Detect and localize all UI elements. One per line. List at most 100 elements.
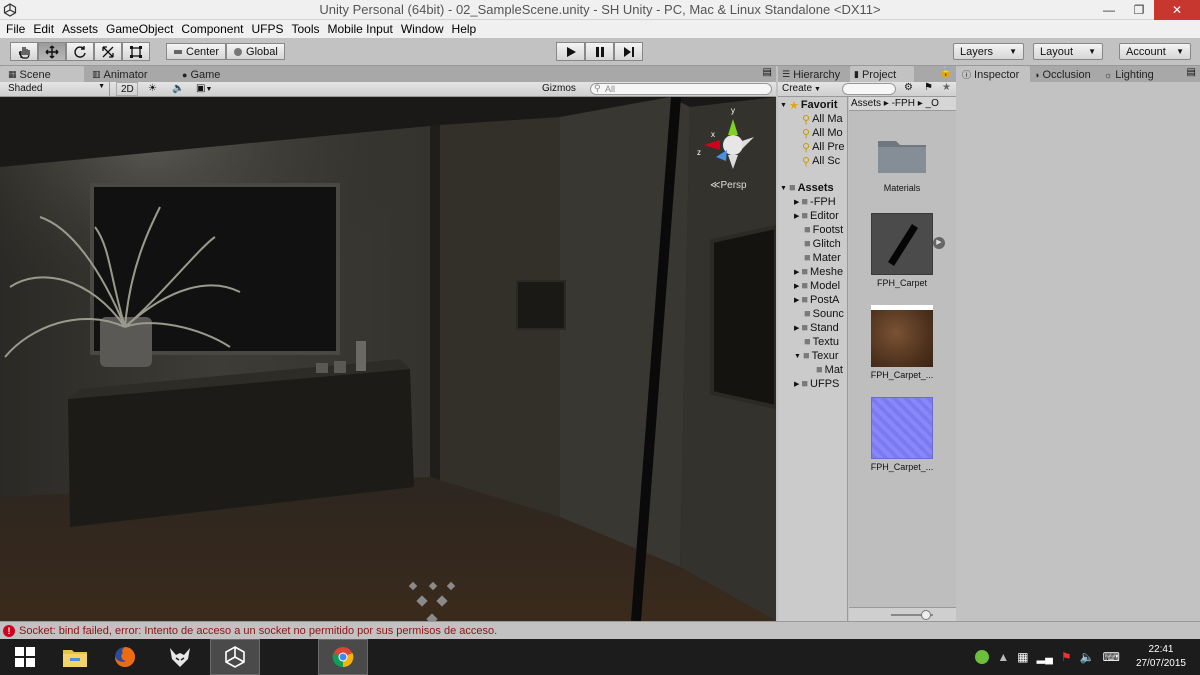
tab-inspector[interactable]: ⓘ Inspector (958, 66, 1030, 82)
persp-label[interactable]: ≪Persp (710, 180, 747, 191)
account-dropdown[interactable]: Account ▼ (1119, 43, 1191, 60)
menu-file[interactable]: File (4, 20, 31, 38)
pivot-center-button[interactable]: Center (166, 43, 227, 60)
play-button[interactable] (556, 42, 585, 61)
close-button[interactable]: ✕ (1154, 0, 1200, 20)
scene-search-input[interactable]: ⚲ All (590, 83, 772, 95)
tree-item[interactable]: ▶ ■ Meshe (794, 265, 843, 279)
menu-component[interactable]: Component (179, 20, 249, 38)
maximize-button[interactable]: ❐ (1124, 0, 1154, 20)
taskbar-firefox[interactable] (100, 639, 150, 675)
lighting-toggle[interactable]: ☀ (144, 82, 164, 96)
favorites-header[interactable]: ▼ ★ Favorit (780, 98, 838, 112)
action-center-icon[interactable]: ▦ (1017, 650, 1028, 664)
flag-icon[interactable]: ⚑ (1061, 650, 1072, 664)
tab-scene[interactable]: ▦ Scene (0, 66, 84, 82)
breadcrumb-item[interactable]: _O (926, 98, 939, 109)
tree-item[interactable]: ■ Sounc (804, 307, 844, 321)
shading-dropdown[interactable]: Shaded ▼ (4, 82, 110, 96)
expand-icon: ▼ (794, 352, 801, 360)
tree-item[interactable]: ⚲ All Pre (802, 140, 844, 154)
project-search-input[interactable] (842, 83, 896, 95)
taskbar-chrome[interactable] (318, 639, 368, 675)
hand-tool-button[interactable] (10, 42, 38, 61)
menu-help[interactable]: Help (450, 20, 483, 38)
tree-item[interactable]: ■ Footst (804, 223, 843, 237)
breadcrumb-item[interactable]: Assets (851, 98, 881, 109)
taskbar-unity[interactable] (210, 639, 260, 675)
tree-item[interactable]: ■ Mat (816, 363, 843, 377)
tab-occlusion[interactable]: ◑ Occlusion (1030, 66, 1100, 82)
tree-item-label: Textu (812, 336, 839, 348)
scale-tool-button[interactable] (94, 42, 122, 61)
asset-tile[interactable]: ▶ FPH_Carpet (867, 213, 945, 288)
filter-type-icon[interactable]: ⚙ (904, 82, 913, 93)
start-button[interactable] (0, 639, 50, 675)
tree-item[interactable]: ▼ ■ Texur (794, 349, 839, 363)
menu-gameobject[interactable]: GameObject (104, 20, 179, 38)
asset-tile[interactable]: FPH_Carpet_... (867, 397, 937, 472)
step-button[interactable] (614, 42, 643, 61)
tree-item[interactable]: ▶ ■ Editor (794, 209, 839, 223)
keyboard-icon[interactable]: ⌨ (1103, 650, 1120, 664)
menu-ufps[interactable]: UFPS (249, 20, 289, 38)
pause-button[interactable] (585, 42, 614, 61)
menu-assets[interactable]: Assets (60, 20, 104, 38)
asset-tile[interactable]: Materials (867, 133, 937, 193)
gizmos-dropdown[interactable]: Gizmos ▼ (538, 82, 584, 104)
breadcrumb-item[interactable]: -FPH (892, 98, 915, 109)
tab-hierarchy[interactable]: ☰ Hierarchy (778, 66, 850, 82)
console-status-bar[interactable]: ! Socket: bind failed, error: Intento de… (0, 621, 1200, 639)
layout-dropdown[interactable]: Layout ▼ (1033, 43, 1103, 60)
panel-menu-icon[interactable]: ▤ (763, 67, 772, 78)
rect-tool-button[interactable] (122, 42, 150, 61)
taskbar-explorer[interactable] (50, 639, 100, 675)
menu-window[interactable]: Window (399, 20, 450, 38)
assets-header[interactable]: ▼ ■ Assets (780, 181, 834, 195)
slider-handle[interactable] (921, 610, 931, 620)
clock[interactable]: 22:41 27/07/2015 (1136, 643, 1186, 671)
global-space-button[interactable]: Global (226, 43, 285, 60)
notification-icon[interactable]: ▲ (997, 650, 1009, 664)
label-icon[interactable]: ⚑ (924, 82, 933, 93)
tree-item[interactable]: ▶ ■ PostA (794, 293, 839, 307)
audio-toggle[interactable]: 🔈 (168, 82, 188, 96)
tree-item[interactable]: ▶ ■ UFPS (794, 377, 839, 391)
mode-2d-toggle[interactable]: 2D (116, 82, 138, 96)
taskbar-foobar[interactable] (155, 639, 205, 675)
tree-item[interactable]: ▶ ■ Model (794, 279, 840, 293)
effects-dropdown[interactable]: ▣▼ (192, 82, 220, 96)
thumbnail-size-slider[interactable] (849, 607, 956, 621)
tab-lighting[interactable]: ☼ Lighting (1100, 66, 1164, 82)
create-dropdown[interactable]: Create ▼ (782, 83, 821, 94)
minimize-button[interactable]: — (1094, 0, 1124, 20)
tree-item[interactable]: ⚲ All Ma (802, 112, 843, 126)
asset-tile[interactable]: FPH_Carpet_... (867, 305, 937, 380)
tree-item[interactable]: ▶ ■ Stand (794, 321, 839, 335)
tab-project[interactable]: ▮ Project (850, 66, 914, 82)
menu-tools[interactable]: Tools (289, 20, 325, 38)
layers-dropdown[interactable]: Layers ▼ (953, 43, 1024, 60)
tab-animator[interactable]: ▥ Animator (84, 66, 174, 82)
menu-edit[interactable]: Edit (31, 20, 60, 38)
tree-item[interactable]: ▶ ■ -FPH (794, 195, 836, 209)
tab-game[interactable]: ● Game (174, 66, 254, 82)
tree-item[interactable]: ■ Textu (804, 335, 839, 349)
lock-icon[interactable]: 🔒 (940, 67, 952, 78)
scene-viewport[interactable]: y x z ≪Persp (0, 97, 776, 621)
volume-icon[interactable]: 🔈 (1080, 650, 1095, 664)
rotate-tool-button[interactable] (66, 42, 94, 61)
tree-item[interactable]: ⚲ All Mo (802, 126, 843, 140)
network-icon[interactable]: ▂▄ (1037, 651, 1053, 664)
star-icon[interactable]: ★ (942, 82, 951, 93)
tree-item-label: All Ma (812, 113, 843, 125)
sync-icon[interactable] (975, 650, 990, 664)
tree-item[interactable]: ■ Glitch (804, 237, 841, 251)
menu-mobile-input[interactable]: Mobile Input (325, 20, 398, 38)
move-tool-button[interactable] (38, 42, 66, 61)
tree-item[interactable]: ■ Mater (804, 251, 841, 265)
expand-arrow-icon[interactable]: ▶ (933, 237, 945, 249)
panel-menu-icon[interactable]: ▤ (1187, 67, 1196, 78)
folder-icon: ■ (801, 378, 809, 390)
tree-item[interactable]: ⚲ All Sc (802, 154, 840, 168)
